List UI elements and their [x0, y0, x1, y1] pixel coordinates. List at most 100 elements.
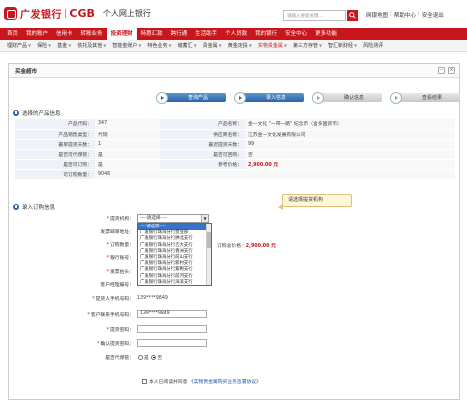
required-mark: *: [106, 243, 109, 248]
subnav-label: 黄金定投: [227, 43, 248, 49]
subnav-physical-metals[interactable]: 实物贵金属 ▼: [255, 42, 290, 49]
confirm-password-input[interactable]: [137, 339, 207, 347]
step-label: 查询产品: [187, 95, 208, 101]
custody-no-radio[interactable]: [151, 355, 157, 360]
form-row-cust-manager: 客户经理编号：: [9, 280, 134, 289]
form-row-bank-account: *银行账号：: [9, 253, 134, 262]
form-row-quantity: *订购数量：: [9, 240, 134, 249]
subnav-precious-metals[interactable]: 贵金属 ▼: [200, 42, 225, 49]
link-help-center[interactable]: 帮助中心: [394, 11, 416, 19]
subnav-wealth-products[interactable]: 理财产品 ▼: [4, 42, 34, 49]
selected-value: ----请选择----: [140, 216, 168, 221]
subnav-savings[interactable]: 储蓄汇 ▼: [175, 42, 200, 49]
chevron-down-icon: ▼: [103, 43, 107, 48]
subnav-special-business[interactable]: 特色业务 ▼: [144, 42, 174, 49]
dropdown-option[interactable]: 广发银行珠海分行海滨支行: [138, 280, 211, 285]
subnav-label: 基金: [57, 43, 68, 49]
field-value: 否: [245, 149, 455, 160]
required-mark: *: [92, 297, 95, 302]
field-label: 是否可回购：: [160, 149, 245, 160]
nav-interbank[interactable]: 跨行通: [167, 28, 192, 40]
nav-credit-card[interactable]: 信用卡: [52, 28, 77, 40]
nav-security-center[interactable]: 安全中心: [281, 28, 311, 40]
custody-yes-radio[interactable]: [138, 355, 143, 360]
nav-my-account[interactable]: 我的账户: [22, 28, 52, 40]
subnav-label: 智汇新财经: [328, 43, 354, 49]
pickup-org-select[interactable]: ----请选择---- ▼: [137, 214, 209, 223]
minimize-button[interactable]: −: [438, 67, 445, 74]
nav-home[interactable]: 首页: [3, 28, 22, 40]
chevron-down-icon: ▼: [48, 43, 52, 48]
subnav-risk-assessment[interactable]: 风险测评: [360, 42, 386, 49]
validation-tooltip: 请选择提货机构: [278, 194, 352, 210]
field-value: 1: [95, 139, 160, 150]
pickup-password-input[interactable]: [137, 325, 207, 333]
form-row-pickup-phone: *提货人手机号码：: [9, 294, 134, 303]
nav-remittance[interactable]: 特惠汇款: [137, 28, 167, 40]
dropdown-scrollbar[interactable]: [206, 224, 211, 285]
close-button[interactable]: ×: [448, 67, 455, 74]
subnav-fund[interactable]: 基金 ▼: [54, 42, 74, 49]
step-arrow-icon: [234, 91, 246, 104]
progress-steps: 查询产品 录入信息 确认信息 查看结果: [154, 91, 466, 104]
subnav-third-party-custody[interactable]: 第三方存管 ▼: [290, 42, 325, 49]
nav-more[interactable]: 更多功能: [311, 28, 341, 40]
form-row-invoice-title: *发票抬头：: [9, 267, 134, 276]
required-mark: *: [106, 256, 109, 261]
subnav-smart-finance[interactable]: 智汇新财经 ▼: [325, 42, 360, 49]
step-label: 查看结果: [421, 95, 442, 101]
search-button[interactable]: [347, 10, 358, 21]
site-subtitle: 个人网上银行: [102, 9, 151, 18]
nav-my-bank[interactable]: 我的银行: [251, 28, 281, 40]
subnav-label: 实物贵金属: [257, 43, 283, 49]
table-row: 最早提货天数： 1 最迟提货天数： 99: [15, 139, 455, 150]
custody-label: 是否代保管：: [105, 356, 134, 361]
required-mark: *: [87, 313, 90, 318]
agreement-link[interactable]: 《实物贵金属购买业务签署协议》: [189, 380, 261, 385]
label-text: 提货机构：: [110, 217, 134, 222]
confirm-pwd-label: *确认提货密码：: [97, 340, 134, 347]
nav-personal-loan[interactable]: 个人贷款: [221, 28, 251, 40]
content-panel: 买金超市 − × 查询产品 录入信息 确认信息 查看结果 选择的产品信息 产品代…: [8, 63, 460, 400]
search-input[interactable]: 请输入搜索关键...: [283, 10, 346, 21]
table-row: 是否可代保管： 是 是否可回购： 否: [15, 149, 455, 160]
customer-phone-input[interactable]: 139****9849: [137, 310, 207, 318]
link-divider: |: [390, 11, 392, 17]
subnav-label: 风险测评: [363, 43, 384, 49]
chevron-down-icon: ▼: [193, 43, 197, 48]
scrollbar-thumb[interactable]: [206, 232, 211, 248]
total-price: 订购总价格：2,900.00 元: [217, 242, 276, 249]
bank-logo[interactable]: 广发银行 | CGB 个人网上银行: [4, 6, 151, 21]
step-arrow-icon: [156, 91, 168, 104]
step-arrow-icon: [312, 91, 324, 104]
subnav-label: 债托及其他: [77, 43, 103, 49]
invoice-title-label: *发票抬头：: [107, 268, 134, 275]
form-row-customer-phone: *客户联系手机号码：: [9, 310, 134, 319]
nav-life-assistant[interactable]: 生活助手: [191, 28, 221, 40]
section-product-info: 选择的产品信息: [13, 109, 61, 117]
agree-checkbox[interactable]: [142, 379, 147, 384]
pickup-org-dropdown: ----请选择---- 广发银行珠海分行营业部 广发银行珠海分行拱北支行 广发银…: [137, 223, 212, 286]
bank-name: 广发银行: [20, 10, 62, 21]
main-nav: 首页 我的账户 信用卡 转账业务 投资理财 特惠汇款 跨行通 生活助手 个人贷款…: [0, 28, 467, 40]
field-value: 9046: [95, 169, 160, 180]
quantity-label: *订购数量：: [107, 241, 134, 248]
link-logout[interactable]: 安全退出: [422, 11, 444, 19]
chevron-down-icon[interactable]: ▼: [201, 215, 208, 222]
subnav-gold-investment-plan[interactable]: 黄金定投 ▼: [225, 42, 255, 49]
subnav-smart-gold-account[interactable]: 智能金账户 ▼: [109, 42, 144, 49]
field-label: 产品销售类型：: [15, 129, 95, 140]
field-label: 产品代码：: [15, 119, 95, 130]
chevron-down-icon: ▼: [248, 43, 252, 48]
step-label: 录入信息: [265, 95, 286, 101]
table-row: 是否可订购： 是 参考价格： 2,900.00 元: [15, 159, 455, 170]
link-site-map[interactable]: 网银地图: [366, 11, 388, 19]
field-value: [245, 169, 455, 180]
nav-transfer[interactable]: 转账业务: [77, 28, 107, 40]
subnav-bonds-trust[interactable]: 债托及其他 ▼: [74, 42, 109, 49]
subnav-insurance[interactable]: 保险 ▼: [34, 42, 54, 49]
nav-investment[interactable]: 投资理财: [106, 28, 137, 40]
field-value: 金一文化 "一带一路" 纪念币（含多国货币）: [245, 119, 455, 130]
subnav-label: 贵金属: [202, 43, 218, 49]
link-divider: |: [417, 11, 420, 17]
